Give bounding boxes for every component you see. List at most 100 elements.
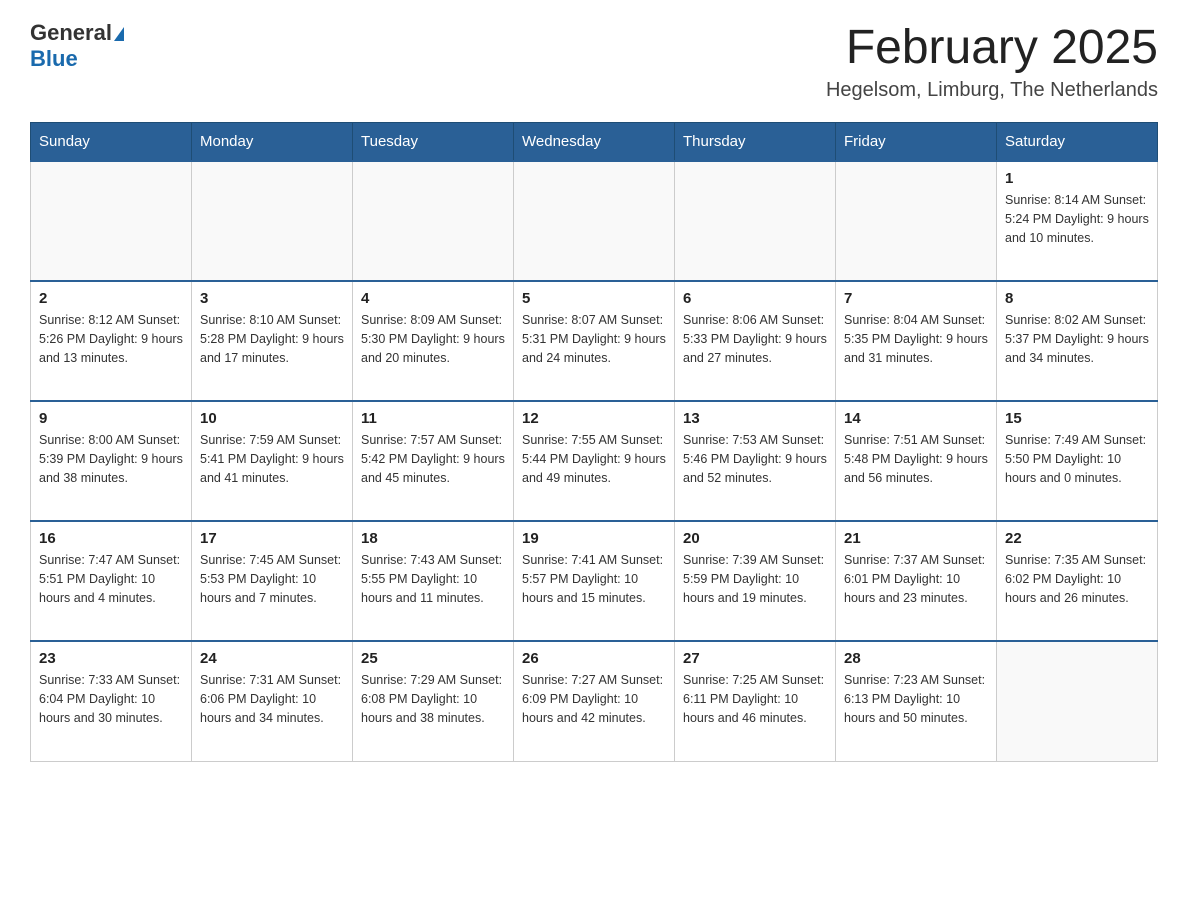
day-info: Sunrise: 8:09 AM Sunset: 5:30 PM Dayligh…	[361, 311, 505, 367]
day-number: 10	[200, 410, 344, 427]
day-number: 4	[361, 290, 505, 307]
day-info: Sunrise: 7:41 AM Sunset: 5:57 PM Dayligh…	[522, 551, 666, 607]
calendar-week-row: 23 Sunrise: 7:33 AM Sunset: 6:04 PM Dayli…	[31, 641, 1158, 761]
calendar-cell: 24 Sunrise: 7:31 AM Sunset: 6:06 PM Dayli…	[192, 641, 353, 761]
calendar-cell: 21 Sunrise: 7:37 AM Sunset: 6:01 PM Dayli…	[836, 521, 997, 641]
day-number: 15	[1005, 410, 1149, 427]
day-number: 8	[1005, 290, 1149, 307]
day-number: 27	[683, 650, 827, 667]
weekday-header-thursday: Thursday	[675, 123, 836, 162]
day-number: 19	[522, 530, 666, 547]
day-info: Sunrise: 8:02 AM Sunset: 5:37 PM Dayligh…	[1005, 311, 1149, 367]
day-info: Sunrise: 8:00 AM Sunset: 5:39 PM Dayligh…	[39, 431, 183, 487]
day-number: 24	[200, 650, 344, 667]
calendar-cell: 13 Sunrise: 7:53 AM Sunset: 5:46 PM Dayli…	[675, 401, 836, 521]
calendar-cell: 3 Sunrise: 8:10 AM Sunset: 5:28 PM Daylig…	[192, 281, 353, 401]
calendar-cell	[675, 161, 836, 281]
day-number: 18	[361, 530, 505, 547]
calendar-cell: 20Sunrise: 7:39 AM Sunset: 5:59 PM Dayli…	[675, 521, 836, 641]
day-number: 6	[683, 290, 827, 307]
calendar-cell: 17 Sunrise: 7:45 AM Sunset: 5:53 PM Dayli…	[192, 521, 353, 641]
day-number: 12	[522, 410, 666, 427]
calendar-cell: 1Sunrise: 8:14 AM Sunset: 5:24 PM Daylig…	[997, 161, 1158, 281]
logo: General Blue	[30, 20, 124, 72]
calendar-week-row: 1Sunrise: 8:14 AM Sunset: 5:24 PM Daylig…	[31, 161, 1158, 281]
day-info: Sunrise: 7:33 AM Sunset: 6:04 PM Dayligh…	[39, 671, 183, 727]
day-number: 1	[1005, 170, 1149, 187]
day-number: 23	[39, 650, 183, 667]
day-info: Sunrise: 7:53 AM Sunset: 5:46 PM Dayligh…	[683, 431, 827, 487]
day-number: 13	[683, 410, 827, 427]
day-number: 7	[844, 290, 988, 307]
day-info: Sunrise: 7:49 AM Sunset: 5:50 PM Dayligh…	[1005, 431, 1149, 487]
day-info: Sunrise: 7:29 AM Sunset: 6:08 PM Dayligh…	[361, 671, 505, 727]
day-info: Sunrise: 8:04 AM Sunset: 5:35 PM Dayligh…	[844, 311, 988, 367]
calendar-cell	[836, 161, 997, 281]
weekday-header-monday: Monday	[192, 123, 353, 162]
day-number: 9	[39, 410, 183, 427]
calendar-week-row: 16 Sunrise: 7:47 AM Sunset: 5:51 PM Dayli…	[31, 521, 1158, 641]
month-title: February 2025	[826, 20, 1158, 75]
weekday-header-friday: Friday	[836, 123, 997, 162]
day-number: 11	[361, 410, 505, 427]
day-info: Sunrise: 7:43 AM Sunset: 5:55 PM Dayligh…	[361, 551, 505, 607]
day-info: Sunrise: 7:27 AM Sunset: 6:09 PM Dayligh…	[522, 671, 666, 727]
calendar-cell	[353, 161, 514, 281]
day-number: 17	[200, 530, 344, 547]
day-info: Sunrise: 7:55 AM Sunset: 5:44 PM Dayligh…	[522, 431, 666, 487]
day-info: Sunrise: 7:35 AM Sunset: 6:02 PM Dayligh…	[1005, 551, 1149, 607]
day-number: 21	[844, 530, 988, 547]
calendar-cell: 28Sunrise: 7:23 AM Sunset: 6:13 PM Dayli…	[836, 641, 997, 761]
day-info: Sunrise: 7:51 AM Sunset: 5:48 PM Dayligh…	[844, 431, 988, 487]
day-info: Sunrise: 8:06 AM Sunset: 5:33 PM Dayligh…	[683, 311, 827, 367]
day-number: 20	[683, 530, 827, 547]
calendar-cell: 12 Sunrise: 7:55 AM Sunset: 5:44 PM Dayli…	[514, 401, 675, 521]
logo-blue: Blue	[30, 46, 78, 71]
calendar-cell: 25Sunrise: 7:29 AM Sunset: 6:08 PM Dayli…	[353, 641, 514, 761]
calendar-cell: 26 Sunrise: 7:27 AM Sunset: 6:09 PM Dayli…	[514, 641, 675, 761]
day-info: Sunrise: 7:37 AM Sunset: 6:01 PM Dayligh…	[844, 551, 988, 607]
day-info: Sunrise: 7:57 AM Sunset: 5:42 PM Dayligh…	[361, 431, 505, 487]
day-info: Sunrise: 8:12 AM Sunset: 5:26 PM Dayligh…	[39, 311, 183, 367]
calendar-cell: 14Sunrise: 7:51 AM Sunset: 5:48 PM Dayli…	[836, 401, 997, 521]
calendar-cell: 2 Sunrise: 8:12 AM Sunset: 5:26 PM Daylig…	[31, 281, 192, 401]
day-number: 5	[522, 290, 666, 307]
calendar-week-row: 2 Sunrise: 8:12 AM Sunset: 5:26 PM Daylig…	[31, 281, 1158, 401]
calendar-cell	[192, 161, 353, 281]
day-info: Sunrise: 7:47 AM Sunset: 5:51 PM Dayligh…	[39, 551, 183, 607]
day-info: Sunrise: 7:45 AM Sunset: 5:53 PM Dayligh…	[200, 551, 344, 607]
weekday-header-sunday: Sunday	[31, 123, 192, 162]
day-number: 28	[844, 650, 988, 667]
weekday-header-saturday: Saturday	[997, 123, 1158, 162]
logo-general: General	[30, 20, 124, 46]
weekday-header-wednesday: Wednesday	[514, 123, 675, 162]
day-number: 26	[522, 650, 666, 667]
calendar-cell: 5Sunrise: 8:07 AM Sunset: 5:31 PM Daylig…	[514, 281, 675, 401]
calendar-cell: 23 Sunrise: 7:33 AM Sunset: 6:04 PM Dayli…	[31, 641, 192, 761]
calendar-cell	[31, 161, 192, 281]
calendar-cell: 9 Sunrise: 8:00 AM Sunset: 5:39 PM Daylig…	[31, 401, 192, 521]
calendar-table: SundayMondayTuesdayWednesdayThursdayFrid…	[30, 122, 1158, 762]
calendar-cell: 15 Sunrise: 7:49 AM Sunset: 5:50 PM Dayli…	[997, 401, 1158, 521]
weekday-header-tuesday: Tuesday	[353, 123, 514, 162]
location-title: Hegelsom, Limburg, The Netherlands	[826, 79, 1158, 102]
calendar-cell: 7 Sunrise: 8:04 AM Sunset: 5:35 PM Daylig…	[836, 281, 997, 401]
calendar-cell: 16 Sunrise: 7:47 AM Sunset: 5:51 PM Dayli…	[31, 521, 192, 641]
weekday-header-row: SundayMondayTuesdayWednesdayThursdayFrid…	[31, 123, 1158, 162]
day-info: Sunrise: 7:25 AM Sunset: 6:11 PM Dayligh…	[683, 671, 827, 727]
calendar-cell: 10Sunrise: 7:59 AM Sunset: 5:41 PM Dayli…	[192, 401, 353, 521]
day-number: 3	[200, 290, 344, 307]
calendar-cell: 27 Sunrise: 7:25 AM Sunset: 6:11 PM Dayli…	[675, 641, 836, 761]
day-info: Sunrise: 8:10 AM Sunset: 5:28 PM Dayligh…	[200, 311, 344, 367]
calendar-cell: 11 Sunrise: 7:57 AM Sunset: 5:42 PM Dayli…	[353, 401, 514, 521]
calendar-cell: 8 Sunrise: 8:02 AM Sunset: 5:37 PM Daylig…	[997, 281, 1158, 401]
calendar-week-row: 9 Sunrise: 8:00 AM Sunset: 5:39 PM Daylig…	[31, 401, 1158, 521]
calendar-cell: 19 Sunrise: 7:41 AM Sunset: 5:57 PM Dayli…	[514, 521, 675, 641]
page-header: General Blue February 2025 Hegelsom, Lim…	[30, 20, 1158, 102]
day-info: Sunrise: 7:31 AM Sunset: 6:06 PM Dayligh…	[200, 671, 344, 727]
calendar-cell	[514, 161, 675, 281]
calendar-cell: 22Sunrise: 7:35 AM Sunset: 6:02 PM Dayli…	[997, 521, 1158, 641]
calendar-cell: 6 Sunrise: 8:06 AM Sunset: 5:33 PM Daylig…	[675, 281, 836, 401]
day-number: 2	[39, 290, 183, 307]
day-number: 16	[39, 530, 183, 547]
